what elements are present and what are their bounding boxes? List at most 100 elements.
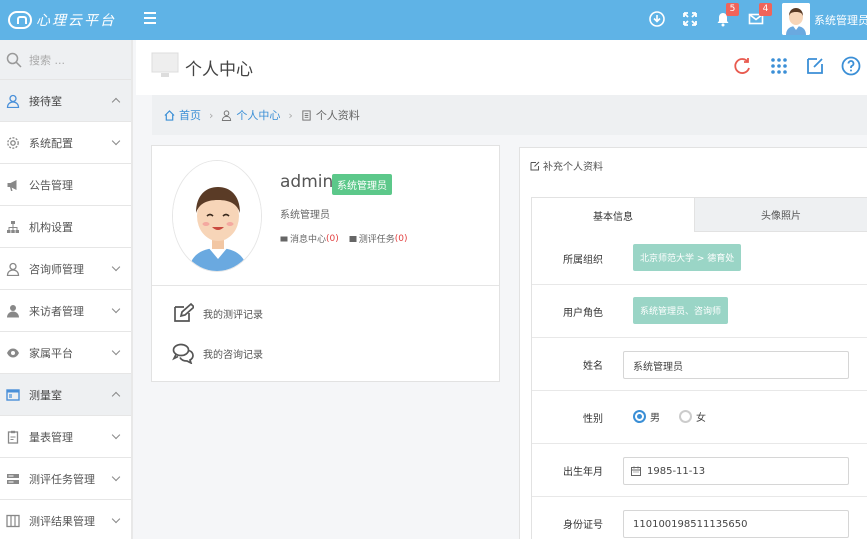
clipboard-icon xyxy=(6,430,20,444)
sidebar-item-label: 接待室 xyxy=(29,94,62,108)
top-username[interactable]: 系统管理员 xyxy=(814,12,867,28)
name-input[interactable] xyxy=(623,351,849,379)
download-button[interactable] xyxy=(649,11,665,27)
message-center-link[interactable]: 消息中心 (0) xyxy=(280,232,339,245)
message-count-badge: 4 xyxy=(759,3,772,16)
sidebar-item-7[interactable]: 家属平台 xyxy=(0,332,131,374)
edit-icon xyxy=(530,161,540,170)
breadcrumb-home[interactable]: 首页 xyxy=(164,107,201,123)
avatar-icon xyxy=(782,3,810,35)
user-outline-icon xyxy=(6,94,20,108)
assessment-task-link[interactable]: 测评任务 (0) xyxy=(349,232,408,245)
cloud-logo-icon xyxy=(8,11,32,29)
fullscreen-icon xyxy=(683,12,697,26)
sidebar-item-label: 测评结果管理 xyxy=(29,514,95,528)
profile-username: admin xyxy=(280,172,334,192)
birth-date-value: 1985-11-13 xyxy=(647,465,706,477)
tab-avatar-photo[interactable]: 头像照片 xyxy=(695,198,867,232)
search-input-placeholder[interactable]: 搜索 ... xyxy=(29,52,65,68)
messages-button[interactable]: 4 xyxy=(748,3,772,27)
chevron-down-icon[interactable] xyxy=(111,136,121,146)
gender-male-radio[interactable]: 男 xyxy=(633,409,660,424)
breadcrumb-center[interactable]: 个人中心 xyxy=(221,107,280,123)
chevron-down-icon[interactable] xyxy=(111,430,121,440)
monitor-icon xyxy=(151,52,179,77)
window-icon xyxy=(6,388,20,402)
sidebar-item-label: 测评任务管理 xyxy=(29,472,95,486)
sidebar-item-2[interactable]: 系统配置 xyxy=(0,122,131,164)
chevron-down-icon[interactable] xyxy=(111,346,121,356)
sidebar-item-8[interactable]: 测量室 xyxy=(0,374,131,416)
sidebar-item-5[interactable]: 咨询师管理 xyxy=(0,248,131,290)
eye-icon xyxy=(6,346,20,360)
tasks-icon xyxy=(349,235,357,242)
user-avatar[interactable] xyxy=(782,3,810,35)
chevron-down-icon[interactable] xyxy=(111,472,121,482)
chevron-down-icon[interactable] xyxy=(111,262,121,272)
hamburger-icon-line xyxy=(144,17,156,19)
birth-date-input[interactable]: 1985-11-13 xyxy=(623,457,849,485)
birth-label: 出生年月 xyxy=(563,467,603,478)
page-header: 个人中心 xyxy=(136,40,867,95)
role-badge: 系统管理员 xyxy=(332,174,392,195)
chevron-up-icon[interactable] xyxy=(111,391,121,401)
tab-basic-info[interactable]: 基本信息 xyxy=(532,198,695,232)
sidebar-item-1[interactable]: 接待室 xyxy=(0,80,131,122)
logo[interactable]: 心理云平台 xyxy=(8,8,116,32)
org-chart-icon xyxy=(6,220,20,234)
chevron-down-icon[interactable] xyxy=(111,304,121,314)
breadcrumb-center-label: 个人中心 xyxy=(236,109,281,122)
sidebar-item-9[interactable]: 量表管理 xyxy=(0,416,131,458)
menu-toggle-button[interactable] xyxy=(144,12,156,26)
id-label: 身份证号 xyxy=(563,520,603,531)
gear-icon xyxy=(6,136,20,150)
avatar-illustration xyxy=(173,161,261,271)
page-title: 个人中心 xyxy=(185,60,253,80)
calendar-icon xyxy=(631,466,641,476)
my-consult-records-link[interactable]: 我的咨询记录 xyxy=(172,342,263,364)
apps-grid-button[interactable] xyxy=(769,56,789,76)
id-number-input[interactable] xyxy=(623,510,849,538)
chevron-up-icon[interactable] xyxy=(111,97,121,107)
notification-count-badge: 5 xyxy=(726,3,739,16)
panel-heading: 补充个人资料 xyxy=(530,158,603,173)
sidebar-search[interactable]: 搜索 ... xyxy=(0,40,131,80)
sidebar-item-11[interactable]: 测评结果管理 xyxy=(0,500,131,539)
edit-button[interactable] xyxy=(805,56,825,76)
gender-female-label: 女 xyxy=(696,413,706,424)
sidebar-item-label: 系统配置 xyxy=(29,136,73,150)
chevron-down-icon[interactable] xyxy=(111,514,121,524)
breadcrumb-separator: › xyxy=(209,108,214,122)
sidebar-item-6[interactable]: 来访者管理 xyxy=(0,290,131,332)
sidebar-item-4[interactable]: 机构设置 xyxy=(0,206,131,248)
document-icon xyxy=(302,109,311,121)
breadcrumb-separator: › xyxy=(288,108,293,122)
notifications-button[interactable]: 5 xyxy=(715,3,739,27)
radio-selected-icon xyxy=(633,410,646,423)
chat-bubbles-icon xyxy=(172,343,194,364)
gender-female-radio[interactable]: 女 xyxy=(679,409,706,424)
org-label: 所属组织 xyxy=(563,255,603,266)
sidebar-item-10[interactable]: 测评任务管理 xyxy=(0,458,131,500)
profile-counters: 消息中心 (0) 测评任务 (0) xyxy=(280,232,418,245)
megaphone-icon xyxy=(6,178,20,192)
logo-text: 心理云平台 xyxy=(36,13,116,29)
radio-empty-icon xyxy=(679,410,692,423)
columns-icon xyxy=(6,514,20,528)
org-tag: 北京师范大学 > 德育处 xyxy=(633,244,742,271)
breadcrumb: 首页 › 个人中心 › 个人资料 xyxy=(152,95,867,135)
help-button[interactable] xyxy=(841,56,861,76)
sidebar-item-3[interactable]: 公告管理 xyxy=(0,164,131,206)
top-bar: 心理云平台 5 4 系统管理员 xyxy=(0,0,867,40)
home-icon xyxy=(164,109,175,121)
user-solid-icon xyxy=(6,304,20,318)
my-assessment-records-link[interactable]: 我的测评记录 xyxy=(172,302,263,324)
fullscreen-button[interactable] xyxy=(682,11,698,27)
panel-heading-label: 补充个人资料 xyxy=(543,162,603,173)
profile-tabs: 基本信息 头像照片 xyxy=(531,197,867,232)
hamburger-icon xyxy=(144,12,156,14)
sidebar-item-label: 咨询师管理 xyxy=(29,262,84,276)
form-row-role: 用户角色 系统管理员、咨询师 xyxy=(532,285,867,338)
role-label: 用户角色 xyxy=(563,308,603,319)
refresh-button[interactable] xyxy=(732,56,752,76)
